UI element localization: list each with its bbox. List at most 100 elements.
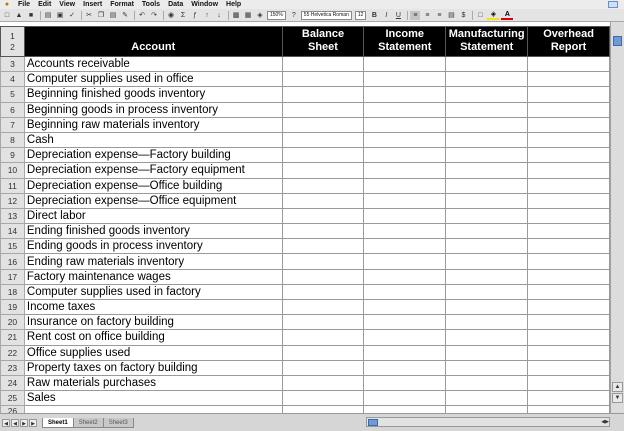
empty-cell[interactable]	[281, 101, 365, 118]
menu-window[interactable]: Window	[187, 1, 222, 8]
account-cell[interactable]: Ending goods in process inventory	[23, 238, 283, 255]
align-center-icon[interactable]: ≡	[422, 11, 432, 20]
row-number[interactable]: 1 2	[0, 26, 25, 57]
empty-cell[interactable]	[527, 405, 610, 413]
row-number[interactable]: 26	[0, 405, 25, 413]
row-number[interactable]: 9	[0, 147, 25, 164]
account-cell[interactable]: Depreciation expense—Factory equipment	[23, 162, 283, 179]
empty-cell[interactable]	[527, 192, 610, 209]
format-painter-icon[interactable]: ✎	[120, 11, 130, 20]
account-cell[interactable]: Ending raw materials inventory	[23, 253, 283, 270]
row-number[interactable]: 24	[0, 374, 25, 392]
empty-cell[interactable]	[281, 238, 365, 255]
empty-cell[interactable]	[363, 344, 447, 361]
empty-cell[interactable]	[445, 192, 529, 209]
empty-cell[interactable]	[445, 55, 529, 73]
font-color-icon[interactable]: A	[501, 11, 514, 20]
spell-check-icon[interactable]: ✓	[67, 11, 77, 20]
empty-cell[interactable]	[363, 329, 447, 346]
empty-cell[interactable]	[281, 405, 365, 413]
menu-data[interactable]: Data	[164, 1, 187, 8]
align-right-icon[interactable]: ≡	[434, 11, 444, 20]
empty-cell[interactable]	[281, 390, 365, 407]
empty-cell[interactable]	[281, 131, 365, 149]
account-cell[interactable]: Depreciation expense—Office equipment	[23, 192, 283, 209]
row-number[interactable]: 21	[0, 329, 25, 346]
zoom-select[interactable]: 150%	[267, 10, 286, 20]
row-number[interactable]: 5	[0, 86, 25, 103]
empty-cell[interactable]	[445, 329, 529, 346]
row-number[interactable]: 18	[0, 283, 25, 301]
empty-cell[interactable]	[527, 101, 610, 118]
sort-ascending-icon[interactable]: ↑	[202, 11, 212, 20]
next-sheet-icon[interactable]: ▶	[20, 418, 28, 427]
map-icon[interactable]: ◈	[255, 11, 265, 20]
empty-cell[interactable]	[527, 223, 610, 240]
account-cell[interactable]: Sales	[23, 390, 283, 407]
empty-cell[interactable]	[527, 314, 610, 331]
menu-view[interactable]: View	[55, 1, 79, 8]
empty-cell[interactable]	[445, 283, 529, 301]
empty-cell[interactable]	[363, 390, 447, 407]
empty-cell[interactable]	[281, 298, 365, 316]
empty-cell[interactable]	[527, 344, 610, 361]
account-cell[interactable]: Income taxes	[23, 298, 283, 316]
empty-cell[interactable]	[281, 162, 365, 179]
last-sheet-icon[interactable]: ▶	[29, 418, 37, 427]
empty-cell[interactable]	[445, 86, 529, 103]
row-number[interactable]: 3	[0, 55, 25, 73]
row-number[interactable]: 4	[0, 71, 25, 88]
empty-cell[interactable]	[527, 359, 610, 376]
font-size-select[interactable]: 12	[354, 10, 367, 20]
row-number[interactable]: 6	[0, 101, 25, 118]
chart-wizard-icon[interactable]: ▩	[231, 11, 241, 20]
horizontal-scrollbar[interactable]: ◀▶	[366, 417, 610, 427]
empty-cell[interactable]	[363, 283, 447, 301]
account-cell[interactable]: Beginning raw materials inventory	[23, 116, 283, 133]
menu-edit[interactable]: Edit	[34, 1, 55, 8]
row-number[interactable]: 17	[0, 268, 25, 285]
account-cell[interactable]: Computer supplies used in office	[23, 71, 283, 88]
empty-cell[interactable]	[281, 71, 365, 88]
scroll-down-button[interactable]: ▼	[612, 393, 623, 403]
merge-center-icon[interactable]: ▤	[446, 11, 456, 20]
empty-cell[interactable]	[281, 116, 365, 133]
copy-icon[interactable]: ❐	[96, 11, 106, 20]
empty-cell[interactable]	[363, 71, 447, 88]
empty-cell[interactable]	[281, 223, 365, 240]
empty-cell[interactable]	[445, 238, 529, 255]
empty-cell[interactable]	[363, 177, 447, 194]
empty-cell[interactable]	[281, 177, 365, 194]
empty-cell[interactable]	[445, 162, 529, 179]
menu-help[interactable]: Help	[222, 1, 245, 8]
fill-color-icon[interactable]: ◈	[487, 11, 500, 20]
function-icon[interactable]: ƒ	[190, 11, 200, 20]
empty-cell[interactable]	[445, 101, 529, 118]
open-folder-icon[interactable]: ▲	[14, 11, 24, 20]
app-status-icon[interactable]	[608, 1, 618, 8]
column-header-account[interactable]: Account	[23, 26, 283, 57]
empty-cell[interactable]	[363, 314, 447, 331]
empty-cell[interactable]	[527, 131, 610, 149]
account-cell[interactable]: Rent cost on office building	[23, 329, 283, 346]
empty-cell[interactable]	[445, 131, 529, 149]
empty-cell[interactable]	[527, 86, 610, 103]
empty-cell[interactable]	[445, 268, 529, 285]
empty-cell[interactable]	[445, 314, 529, 331]
bold-button[interactable]: B	[369, 11, 379, 20]
empty-cell[interactable]	[281, 192, 365, 209]
account-cell[interactable]: Factory maintenance wages	[23, 268, 283, 285]
autosum-icon[interactable]: Σ	[178, 11, 188, 20]
empty-cell[interactable]	[281, 283, 365, 301]
row-number[interactable]: 7	[0, 116, 25, 133]
redo-icon[interactable]: ↷	[149, 11, 159, 20]
empty-cell[interactable]	[445, 147, 529, 164]
empty-cell[interactable]	[281, 344, 365, 361]
scroll-up-button[interactable]: ▲	[612, 382, 623, 392]
account-cell[interactable]: Computer supplies used in factory	[23, 283, 283, 301]
column-header-manufacturing-statement[interactable]: Manufacturing Statement	[445, 26, 529, 57]
row-number[interactable]: 8	[0, 131, 25, 149]
empty-cell[interactable]	[363, 86, 447, 103]
empty-cell[interactable]	[445, 207, 529, 225]
empty-cell[interactable]	[527, 298, 610, 316]
